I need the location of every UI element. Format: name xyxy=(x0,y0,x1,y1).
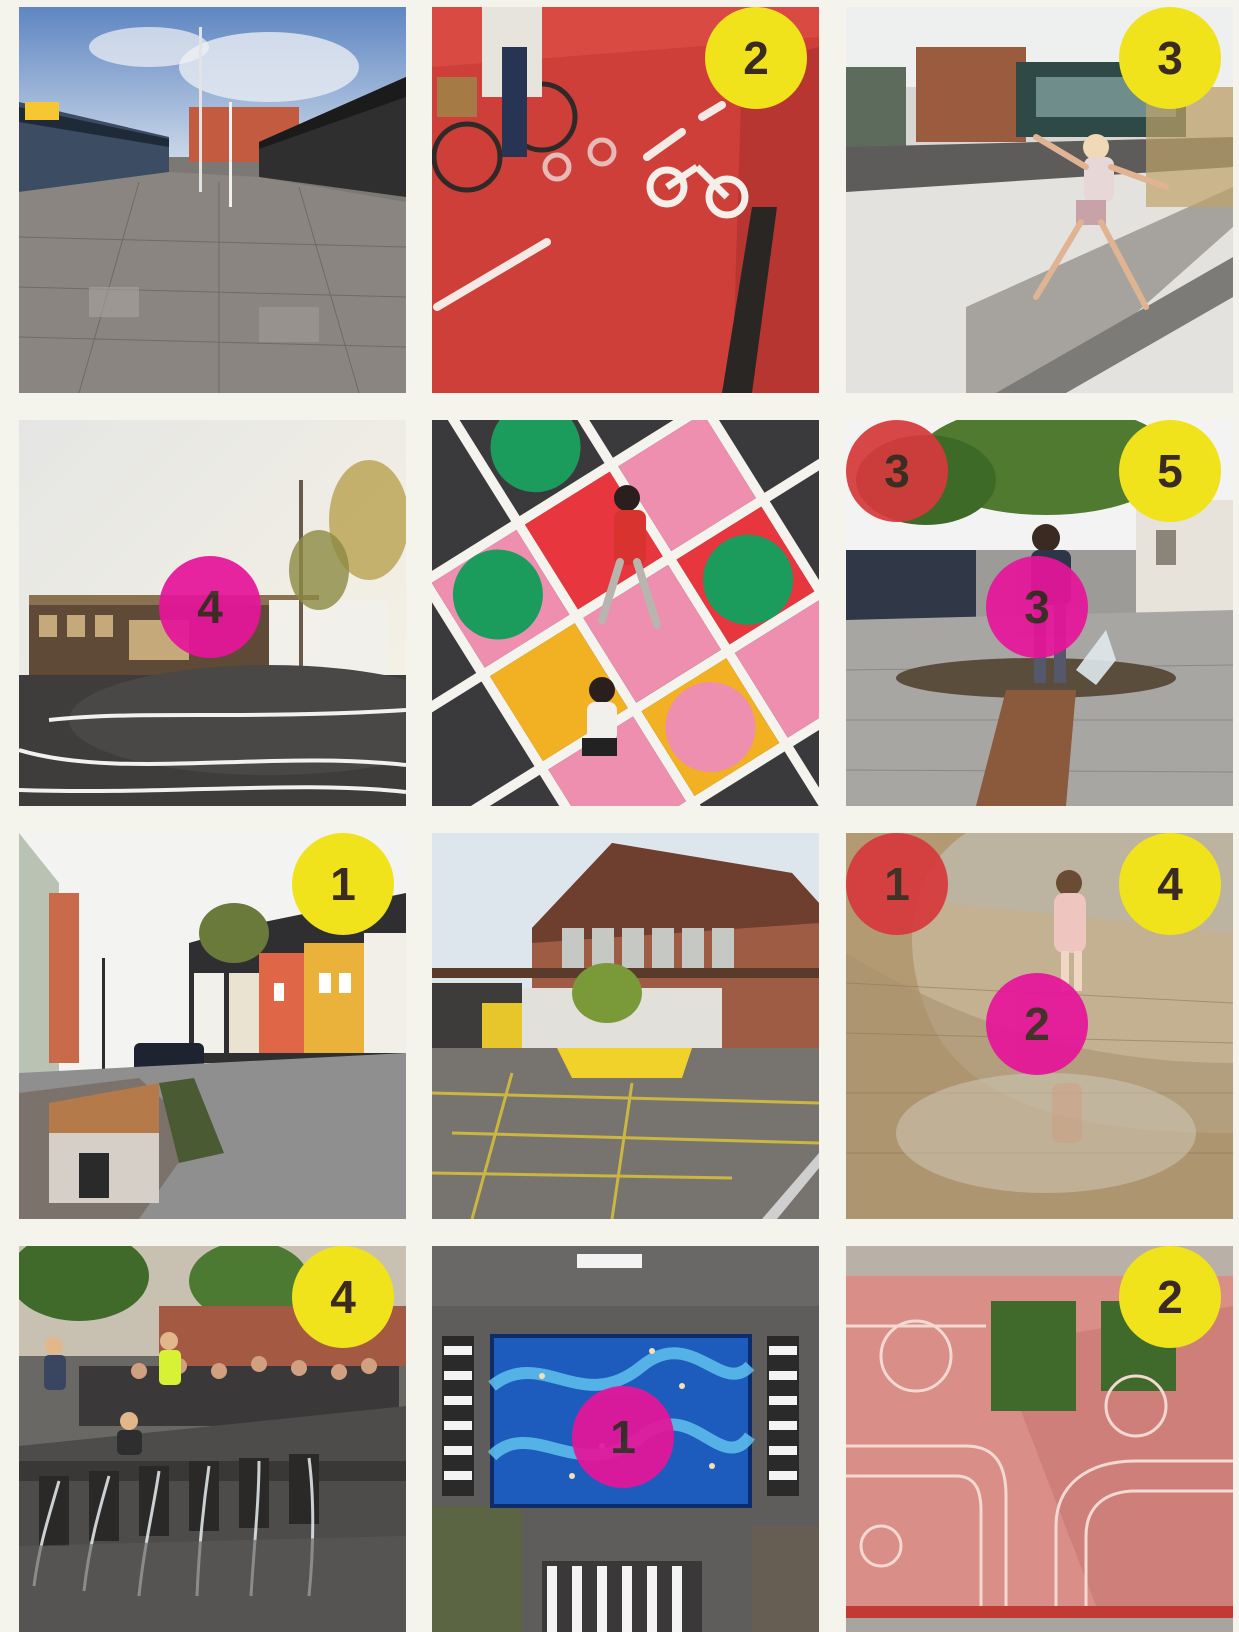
badge-label: 1 xyxy=(610,1411,636,1463)
photo-industrial-hall xyxy=(432,833,819,1219)
badge-label: 3 xyxy=(1024,581,1050,633)
photo-street-houses: 1 xyxy=(19,833,406,1219)
photo-colorful-pavement xyxy=(432,420,819,806)
photo-bicycle-lane: 2 xyxy=(432,7,819,393)
badge-label: 3 xyxy=(884,445,910,497)
photo-square-curved-lines: 4 xyxy=(19,420,406,806)
photo-pedestrian-street xyxy=(19,7,406,393)
photo-fountain-children: 4 xyxy=(19,1246,406,1632)
photo-fountain-boy: 3 5 3 xyxy=(846,420,1233,806)
badge-label: 5 xyxy=(1157,445,1183,497)
number-badge: 4 xyxy=(1119,833,1221,935)
number-badge: 1 xyxy=(572,1386,674,1488)
photo-aerial-pink-playground: 2 xyxy=(846,1246,1233,1632)
badge-label: 3 xyxy=(1157,32,1183,84)
industrial-hall-image xyxy=(432,833,819,1219)
number-badge: 1 xyxy=(292,833,394,935)
badge-label: 2 xyxy=(743,32,769,84)
number-badge: 4 xyxy=(159,556,261,658)
photo-aerial-blue-crossing: 1 xyxy=(432,1246,819,1632)
badge-label: 1 xyxy=(884,858,910,910)
photo-girl-water: 1 4 2 xyxy=(846,833,1233,1219)
number-badge: 5 xyxy=(1119,420,1221,522)
badge-label: 2 xyxy=(1024,998,1050,1050)
badge-label: 2 xyxy=(1157,1271,1183,1323)
number-badge: 1 xyxy=(846,833,948,935)
number-badge: 4 xyxy=(292,1246,394,1348)
badge-label: 4 xyxy=(197,581,223,633)
number-badge: 3 xyxy=(986,556,1088,658)
pedestrian-street-image xyxy=(19,7,406,393)
number-badge: 2 xyxy=(1119,1246,1221,1348)
photo-girl-jumping: 3 xyxy=(846,7,1233,393)
number-badge: 2 xyxy=(986,973,1088,1075)
number-badge: 3 xyxy=(846,420,948,522)
number-badge: 2 xyxy=(705,7,807,109)
badge-label: 4 xyxy=(330,1271,356,1323)
number-badge: 3 xyxy=(1119,7,1221,109)
colorful-pavement-image xyxy=(432,420,819,806)
badge-label: 1 xyxy=(330,858,356,910)
badge-label: 4 xyxy=(1157,858,1183,910)
